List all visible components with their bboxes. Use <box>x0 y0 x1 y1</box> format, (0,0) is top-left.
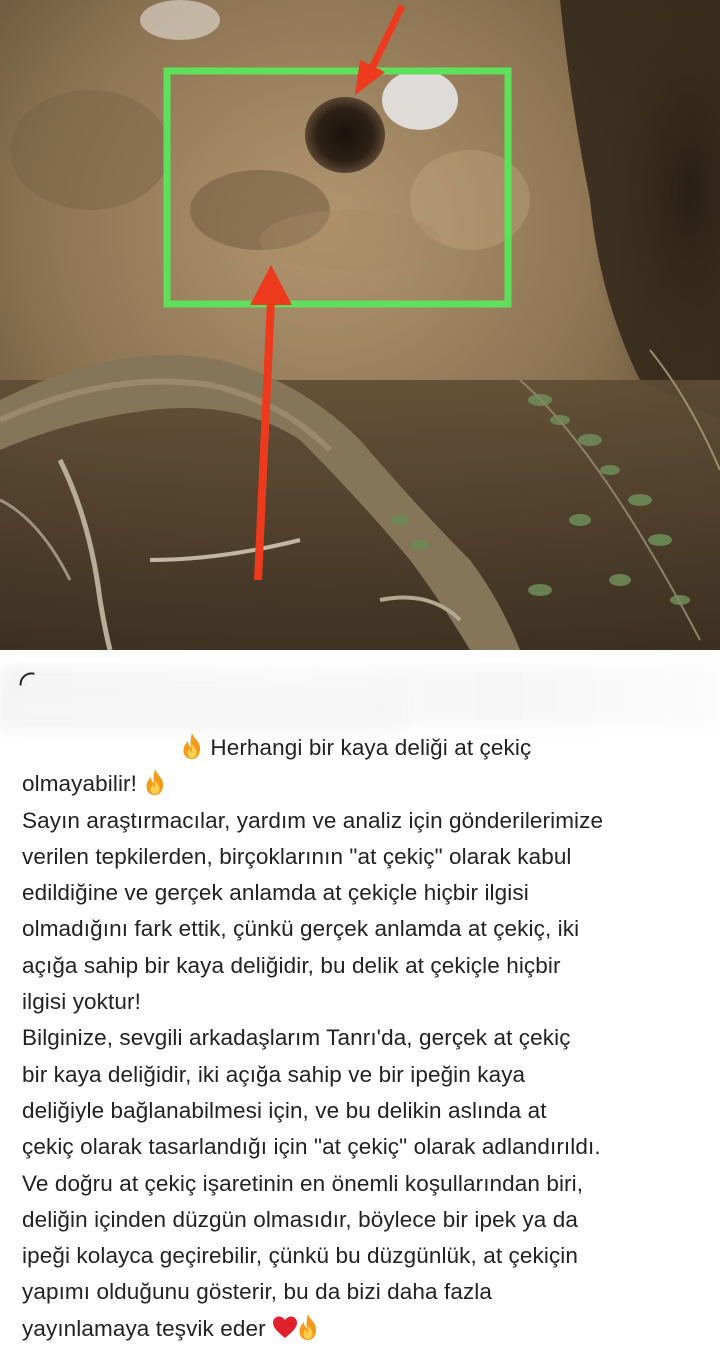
body-line: Ve doğru at çekiç işaretinin en önemli k… <box>22 1170 584 1196</box>
red-heart-emoji-icon <box>272 1313 298 1341</box>
body-line: olmadığını fark ettik, çünkü gerçek anla… <box>22 916 580 942</box>
fire-emoji-icon <box>180 732 204 760</box>
last-line-text: yayınlamaya teşvik eder <box>22 1315 266 1341</box>
body-line: ipeği kolayca geçirebilir, çünkü bu düzg… <box>22 1243 579 1269</box>
body-line: çekiç olarak tasarlandığı için "at çekiç… <box>22 1134 601 1160</box>
post-title-line-1: Herhangi bir kaya deliği at çekiç <box>22 730 712 766</box>
body-line: bir kaya deliğidir, iki açığa sahip ve b… <box>22 1061 526 1087</box>
blurred-author-name <box>0 690 400 730</box>
body-line: açığa sahip bir kaya deliğidir, bu delik… <box>22 952 561 978</box>
post-title-text-2: olmayabilir! <box>22 771 137 797</box>
fire-emoji-icon <box>296 1313 320 1341</box>
post-title-text: Herhangi bir kaya deliği at çekiç <box>210 735 532 760</box>
rock-hole-image <box>0 0 720 650</box>
body-line: yapımı olduğunu gösterir, bu da bizi dah… <box>22 1279 493 1305</box>
rock-photo <box>0 0 720 650</box>
body-line: Bilginize, sevgili arkadaşlarım Tanrı'da… <box>22 1025 571 1051</box>
body-line: Sayın araştırmacılar, yardım ve analiz i… <box>22 807 604 833</box>
body-line: deliğiyle bağlanabilmesi için, ve bu del… <box>22 1097 547 1123</box>
post-body: Herhangi bir kaya deliği at çekiç olmaya… <box>0 650 720 1342</box>
body-line: verilen tepkilerden, birçoklarının "at ç… <box>22 843 572 869</box>
post-text: Herhangi bir kaya deliği at çekiç olmaya… <box>22 730 712 1347</box>
body-line: edildiğine ve gerçek anlamda at çekiçle … <box>22 880 529 906</box>
body-line: deliğin içinden düzgün olmasıdır, böylec… <box>22 1206 578 1232</box>
fire-emoji-icon <box>143 768 167 796</box>
post-title-line-2: olmayabilir! <box>22 766 712 802</box>
body-line: ilgisi yoktur! <box>22 989 141 1015</box>
